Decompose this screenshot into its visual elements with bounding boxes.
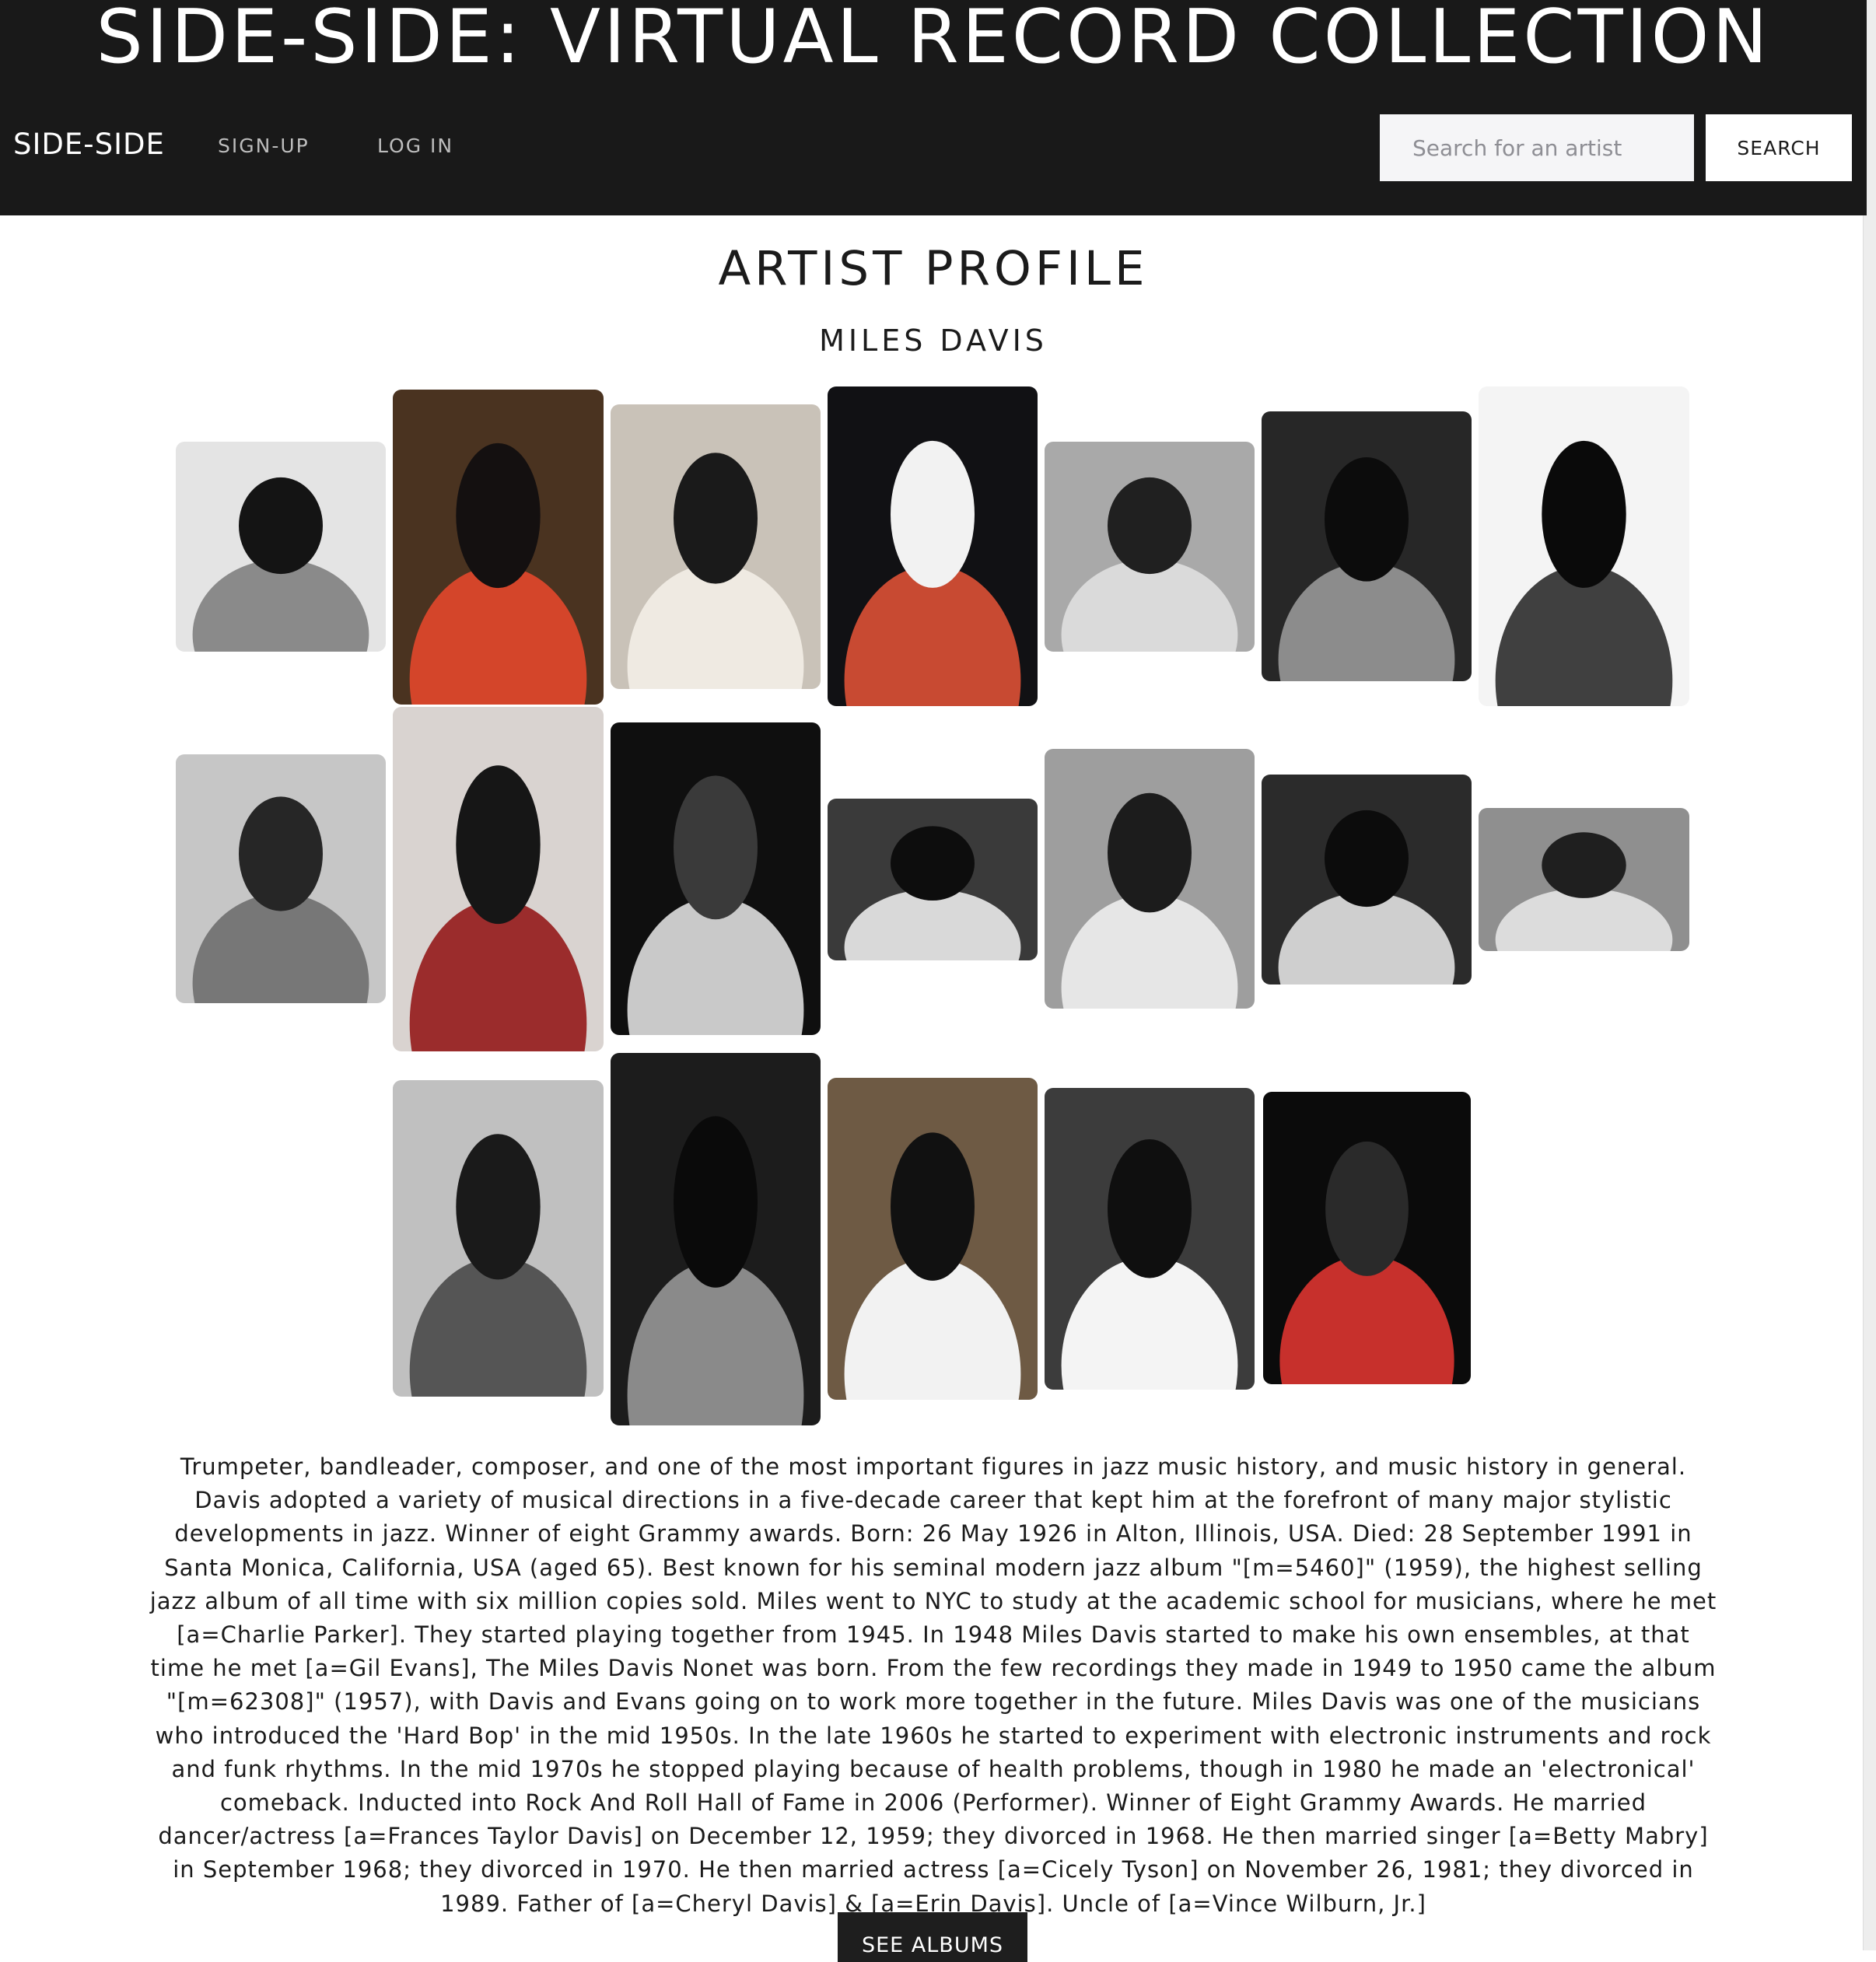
artist-photo[interactable] [1263, 1092, 1471, 1384]
photo-image [393, 390, 604, 705]
photo-image [611, 404, 821, 689]
artist-photo[interactable] [393, 707, 604, 1051]
photo-image [611, 722, 821, 1035]
photo-image [1263, 1092, 1471, 1384]
artist-photo[interactable] [1045, 749, 1255, 1009]
photo-image [611, 1053, 821, 1425]
site-title: SIDE-SIDE: VIRTUAL RECORD COLLECTION [96, 0, 1771, 80]
photo-image [393, 707, 604, 1051]
top-navbar: SIDE-SIDE: VIRTUAL RECORD COLLECTION SID… [0, 0, 1867, 215]
artist-photo[interactable] [1045, 442, 1255, 652]
artist-photo[interactable] [611, 404, 821, 689]
artist-photo[interactable] [611, 722, 821, 1035]
see-albums-button[interactable]: SEE ALBUMS [838, 1912, 1027, 1962]
photo-image [1479, 386, 1689, 706]
artist-photo[interactable] [393, 390, 604, 705]
artist-photo[interactable] [828, 386, 1038, 706]
nav-login-link[interactable]: LOG IN [377, 132, 453, 160]
artist-photo[interactable] [828, 799, 1038, 960]
artist-photo[interactable] [176, 754, 386, 1003]
nav-signup-link[interactable]: SIGN-UP [218, 132, 310, 160]
photo-image [1262, 411, 1472, 681]
artist-bio: Trumpeter, bandleader, composer, and one… [149, 1453, 1717, 1917]
photo-image [828, 799, 1038, 960]
artist-photo[interactable] [1479, 808, 1689, 951]
photo-image [393, 1080, 604, 1397]
photo-image [176, 442, 386, 652]
artist-search-input[interactable] [1380, 114, 1694, 181]
photo-image [828, 386, 1038, 706]
artist-name: MILES DAVIS [819, 324, 1048, 358]
photo-image [176, 754, 386, 1003]
photo-image [1045, 442, 1255, 652]
page-heading: ARTIST PROFILE [718, 241, 1149, 296]
artist-photo[interactable] [828, 1078, 1038, 1400]
brand-link[interactable]: SIDE-SIDE [13, 125, 165, 164]
photo-image [1262, 775, 1472, 984]
artist-photo[interactable] [1479, 386, 1689, 706]
artist-photo[interactable] [1262, 775, 1472, 984]
photo-image [1045, 1088, 1255, 1390]
photo-image [1479, 808, 1689, 951]
artist-photo[interactable] [611, 1053, 821, 1425]
search-button[interactable]: SEARCH [1706, 114, 1852, 181]
artist-photo[interactable] [393, 1080, 604, 1397]
artist-photo[interactable] [176, 442, 386, 652]
photo-image [828, 1078, 1038, 1400]
photo-image [1045, 749, 1255, 1009]
artist-photo[interactable] [1262, 411, 1472, 681]
artist-photo[interactable] [1045, 1088, 1255, 1390]
